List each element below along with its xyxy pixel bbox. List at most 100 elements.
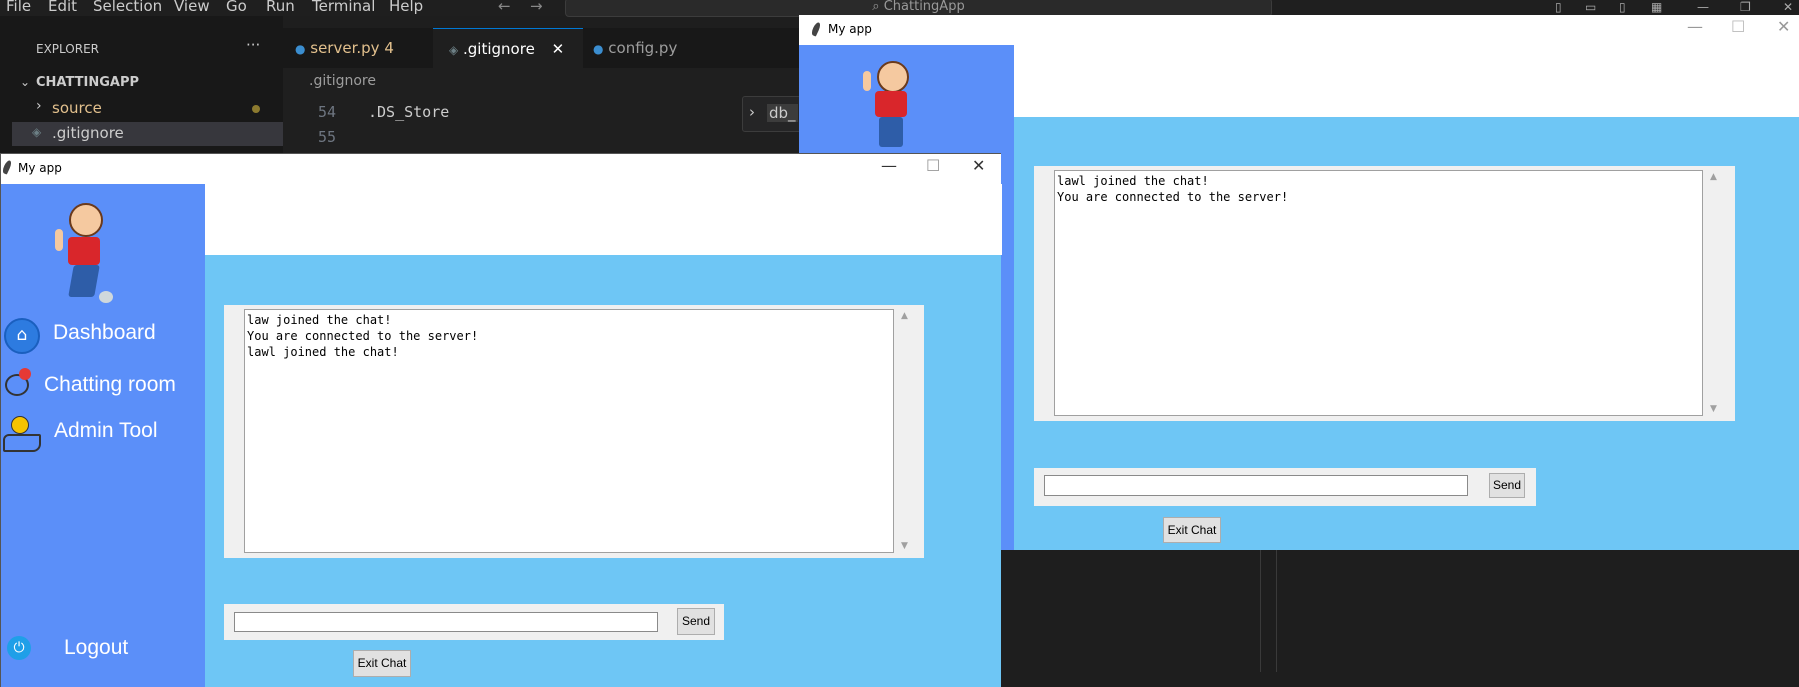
peek-label: db_ xyxy=(767,104,798,122)
python-file-icon: ● xyxy=(295,42,306,56)
nav-item-label: Dashboard xyxy=(53,321,156,344)
scroll-up-icon[interactable]: ▲ xyxy=(1710,172,1717,182)
menu-selection[interactable]: Selection xyxy=(93,0,162,15)
close-icon[interactable]: ✕ xyxy=(972,156,985,175)
vscode-close-icon[interactable]: ✕ xyxy=(1783,0,1793,14)
scroll-up-icon[interactable]: ▲ xyxy=(901,311,908,321)
gitignore-file-icon: ◈ xyxy=(32,125,42,139)
key-icon xyxy=(11,416,29,434)
chevron-right-icon: › xyxy=(36,98,42,114)
left-window-titlebar[interactable]: My app — ☐ ✕ xyxy=(1,153,1001,184)
explorer-title: EXPLORER xyxy=(36,42,99,56)
cartoon-boy-avatar xyxy=(861,57,921,147)
chat-log[interactable]: lawl joined the chat! You are connected … xyxy=(1054,170,1703,416)
exit-chat-button[interactable]: Exit Chat xyxy=(1163,517,1221,543)
line-number: 54 xyxy=(318,103,337,121)
vscode-panel xyxy=(1000,550,1799,687)
menu-edit[interactable]: Edit xyxy=(48,0,77,15)
minimize-icon[interactable]: — xyxy=(881,156,897,175)
tab-label: server.py xyxy=(310,39,380,57)
tree-item-source[interactable]: › source xyxy=(12,98,283,122)
nav-item-label: Admin Tool xyxy=(54,419,158,442)
scroll-down-icon[interactable]: ▼ xyxy=(1710,404,1717,414)
chevron-right-icon: › xyxy=(749,103,755,121)
menu-help[interactable]: Help xyxy=(389,0,423,15)
tab-gitignore[interactable]: ◈ .gitignore ✕ xyxy=(433,28,583,68)
left-app-window: My app — ☐ ✕ ⌂ Dashboard Chatting room A… xyxy=(0,153,1002,687)
message-frame: Send xyxy=(1034,468,1536,506)
nav-item-admin-tool[interactable]: Admin Tool xyxy=(1,414,205,454)
search-icon: ⌕ xyxy=(872,0,884,14)
peek-widget[interactable]: › db_ xyxy=(742,96,801,132)
chat-scrollbar[interactable]: ▲ ▼ xyxy=(895,309,915,553)
left-header-area xyxy=(205,184,1002,255)
menu-go[interactable]: Go xyxy=(226,0,247,15)
vscode-restore-icon[interactable]: ❐ xyxy=(1740,0,1751,14)
tree-item-label: source xyxy=(52,99,102,117)
exit-chat-button[interactable]: Exit Chat xyxy=(353,650,411,677)
gitignore-file-icon: ◈ xyxy=(449,43,459,57)
tab-server-py[interactable]: ● server.py 4 xyxy=(295,28,445,68)
editor-tabs: ● server.py 4 ◈ .gitignore ✕ ● config.py xyxy=(283,28,799,68)
right-window-titlebar[interactable]: My app — ☐ ✕ xyxy=(799,15,1799,45)
logout-label: Logout xyxy=(64,636,129,659)
right-header-area xyxy=(1014,45,1799,117)
maximize-icon[interactable]: ☐ xyxy=(1731,17,1745,36)
send-button[interactable]: Send xyxy=(1489,473,1525,498)
left-sidebar: ⌂ Dashboard Chatting room Admin Tool ⏻ L… xyxy=(1,184,205,687)
layout-secondary-icon[interactable]: ▯ xyxy=(1619,0,1626,14)
tab-close-icon[interactable]: ✕ xyxy=(552,40,565,58)
forward-arrow-icon[interactable]: → xyxy=(530,0,543,15)
close-icon[interactable]: ✕ xyxy=(1777,17,1790,36)
menu-view[interactable]: View xyxy=(174,0,210,15)
cartoon-boy-avatar xyxy=(53,199,118,304)
maximize-icon[interactable]: ☐ xyxy=(926,156,940,175)
explorer-sidebar: EXPLORER ··· ⌄ CHATTINGAPP › source ◈ .g… xyxy=(0,16,283,156)
chat-frame: lawl joined the chat! You are connected … xyxy=(1034,166,1735,421)
logout-icon: ⏻ xyxy=(7,636,31,660)
back-arrow-icon[interactable]: ← xyxy=(498,0,511,15)
nav-item-dashboard[interactable]: ⌂ Dashboard xyxy=(1,314,205,354)
scroll-down-icon[interactable]: ▼ xyxy=(901,541,908,551)
message-input[interactable] xyxy=(234,612,658,632)
line-number: 55 xyxy=(318,128,337,146)
layout-panel-icon[interactable]: ▭ xyxy=(1585,0,1596,14)
message-input[interactable] xyxy=(1044,475,1468,496)
chat-scrollbar[interactable]: ▲ ▼ xyxy=(1704,170,1724,416)
explorer-more-icon[interactable]: ··· xyxy=(246,36,260,54)
chat-log[interactable]: law joined the chat! You are connected t… xyxy=(244,309,894,553)
breadcrumb[interactable]: .gitignore xyxy=(309,73,376,89)
send-button[interactable]: Send xyxy=(677,608,715,635)
tree-item-gitignore[interactable]: ◈ .gitignore xyxy=(12,122,283,146)
tk-feather-icon xyxy=(1,159,13,175)
tk-feather-icon xyxy=(810,21,822,37)
tree-item-label: .gitignore xyxy=(52,124,124,142)
modified-dot-icon xyxy=(252,105,260,113)
logout-button[interactable]: ⏻ Logout xyxy=(1,630,205,670)
nav-item-label: Chatting room xyxy=(44,373,176,396)
code-line[interactable]: .DS_Store xyxy=(368,103,449,121)
search-text: ChattingApp xyxy=(883,0,965,14)
menu-run[interactable]: Run xyxy=(266,0,295,15)
window-title: My app xyxy=(18,161,62,175)
panel-divider xyxy=(1276,550,1277,672)
tab-config-py[interactable]: ● config.py xyxy=(593,28,733,68)
vscode-minimize-icon[interactable]: — xyxy=(1697,0,1709,14)
customize-layout-icon[interactable]: ▦ xyxy=(1651,0,1662,14)
layout-controls: ▯ ▭ ▯ ▦ — ❐ ✕ xyxy=(1555,0,1799,14)
chevron-down-icon[interactable]: ⌄ xyxy=(20,75,30,89)
menu-file[interactable]: File xyxy=(6,0,31,15)
message-frame: Send xyxy=(224,604,724,640)
layout-sidebar-icon[interactable]: ▯ xyxy=(1555,0,1562,14)
home-icon: ⌂ xyxy=(4,318,40,354)
tab-label: .gitignore xyxy=(463,40,535,58)
editor-area: .gitignore 54 .DS_Store 55 › db_ xyxy=(283,68,801,158)
nav-item-chatting-room[interactable]: Chatting room xyxy=(1,366,205,406)
project-name[interactable]: CHATTINGAPP xyxy=(36,75,139,90)
menu-terminal[interactable]: Terminal xyxy=(312,0,375,15)
chat-frame: law joined the chat! You are connected t… xyxy=(224,305,924,558)
panel-divider xyxy=(1260,550,1261,672)
minimize-icon[interactable]: — xyxy=(1687,17,1703,36)
python-file-icon: ● xyxy=(593,42,604,56)
hand-icon xyxy=(3,434,41,452)
